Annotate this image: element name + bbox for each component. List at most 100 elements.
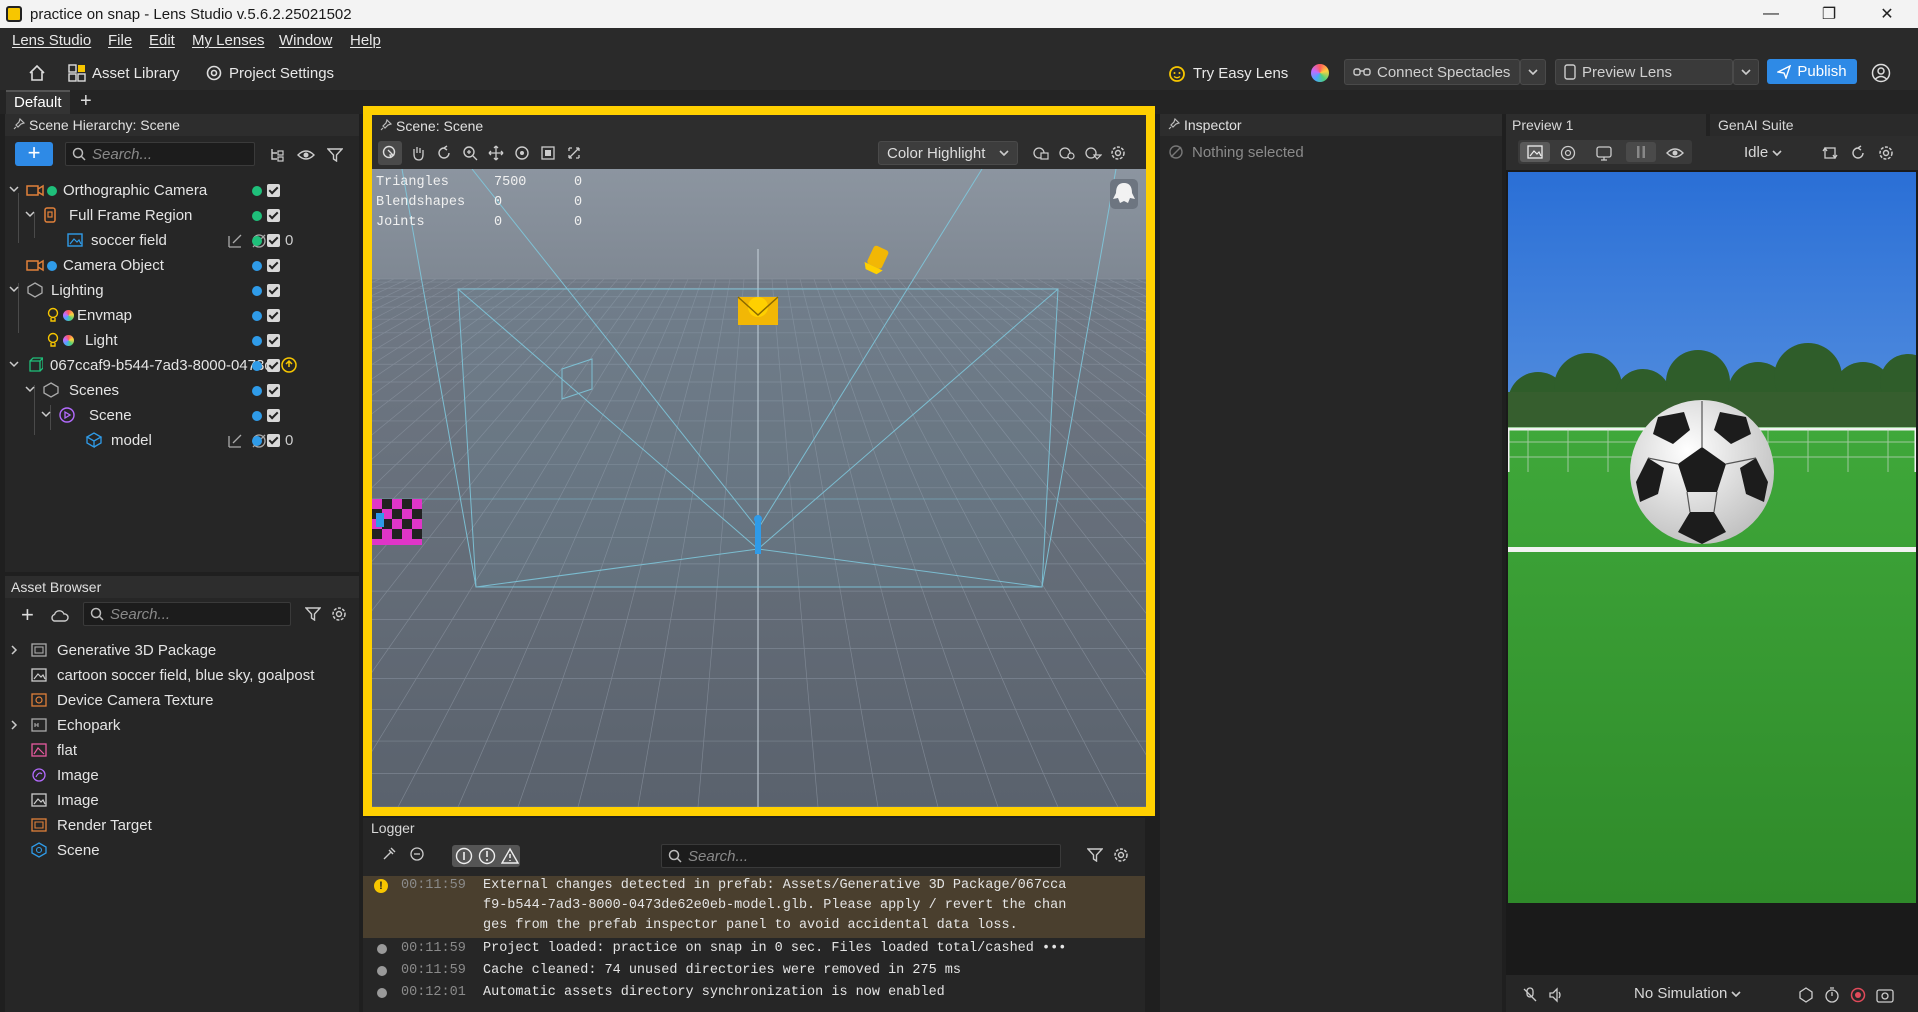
- log-entry-info[interactable]: 00:12:01 Automatic assets directory synch…: [363, 983, 1145, 1003]
- log-entry-warning[interactable]: ! 00:11:59 External changes detected in p…: [363, 876, 1145, 938]
- asset-item-flat[interactable]: flat: [5, 738, 359, 763]
- filter-icon[interactable]: [1087, 848, 1103, 862]
- menu-my-lenses[interactable]: My Lenses: [192, 32, 265, 49]
- cloud-icon[interactable]: [49, 608, 69, 622]
- speaker-icon[interactable]: [1548, 987, 1564, 1003]
- hand-tool-icon[interactable]: [410, 145, 426, 161]
- filter-icon[interactable]: [305, 607, 321, 621]
- layer-status-dot[interactable]: [252, 186, 262, 196]
- hierarchy-item-light[interactable]: Light: [5, 328, 359, 353]
- filter-icon[interactable]: [327, 148, 343, 162]
- warning-filter-icon[interactable]: [478, 847, 496, 865]
- interaction-icon[interactable]: [1798, 987, 1814, 1003]
- try-easy-lens-button[interactable]: Try Easy Lens: [1167, 61, 1288, 85]
- preview-lens-dropdown[interactable]: [1733, 59, 1759, 85]
- visibility-eye-icon[interactable]: [297, 148, 315, 162]
- enabled-checkbox[interactable]: [267, 284, 280, 297]
- enabled-checkbox[interactable]: [267, 384, 280, 397]
- enabled-checkbox[interactable]: [267, 334, 280, 347]
- enabled-checkbox[interactable]: [267, 259, 280, 272]
- connect-spectacles-button[interactable]: Connect Spectacles: [1344, 59, 1520, 85]
- webcam-mode-icon[interactable]: [1596, 145, 1612, 161]
- highlight-mode-select[interactable]: Color Highlight: [878, 141, 1018, 165]
- pause-button[interactable]: [1626, 142, 1656, 162]
- scene-viewport[interactable]: Triangles 7500 0 Blendshapes 0 0 Joints …: [372, 169, 1146, 807]
- color-wheel-icon[interactable]: [1311, 64, 1329, 82]
- menu-lens-studio[interactable]: Lens Studio: [12, 32, 91, 49]
- asset-item-cartoon-soccer-field[interactable]: cartoon soccer field, blue sky, goalpost: [5, 663, 359, 688]
- enabled-checkbox[interactable]: [267, 209, 280, 222]
- asset-item-scene[interactable]: Scene: [5, 838, 359, 863]
- clear-log-icon[interactable]: [381, 846, 397, 862]
- gear-icon[interactable]: [1113, 847, 1129, 863]
- account-icon[interactable]: [1871, 61, 1891, 85]
- rotate-tool-icon[interactable]: [436, 145, 452, 161]
- timer-icon[interactable]: [1824, 987, 1840, 1003]
- close-icon[interactable]: ✕: [1858, 0, 1916, 28]
- info-filter-icon[interactable]: [455, 847, 473, 865]
- layer-status-dot[interactable]: [252, 236, 262, 246]
- preview-lens-button[interactable]: Preview Lens: [1555, 59, 1733, 85]
- menu-edit[interactable]: Edit: [149, 32, 175, 49]
- log-settings-icon[interactable]: [409, 846, 425, 862]
- add-asset-icon[interactable]: +: [21, 602, 34, 628]
- layer-status-dot[interactable]: [252, 211, 262, 221]
- gear-icon[interactable]: [1878, 145, 1894, 161]
- reset-icon[interactable]: [1850, 145, 1866, 161]
- layer-status-dot[interactable]: [252, 411, 262, 421]
- transform-tool-icon[interactable]: [566, 145, 582, 161]
- scene-settings-gear-icon[interactable]: [1110, 145, 1126, 161]
- visibility-eye-icon[interactable]: [1666, 146, 1684, 160]
- layer-status-dot[interactable]: [252, 286, 262, 296]
- enabled-checkbox[interactable]: [267, 234, 280, 247]
- enabled-checkbox[interactable]: [267, 309, 280, 322]
- layer-status-dot[interactable]: [252, 436, 262, 446]
- publish-button[interactable]: Publish: [1767, 59, 1857, 84]
- restore-icon[interactable]: ❐: [1800, 0, 1858, 28]
- hierarchy-item-envmap[interactable]: Envmap: [5, 303, 359, 328]
- tab-preview-1[interactable]: Preview 1: [1506, 114, 1706, 136]
- menu-help[interactable]: Help: [350, 32, 381, 49]
- layer-status-dot[interactable]: [252, 386, 262, 396]
- hierarchy-item-scene[interactable]: Scene: [5, 403, 359, 428]
- enabled-checkbox[interactable]: [267, 359, 280, 372]
- view-layers-icon[interactable]: [1084, 145, 1102, 161]
- hierarchy-item-lighting[interactable]: Lighting: [5, 278, 359, 303]
- log-entry-info[interactable]: 00:11:59 Cache cleaned: 74 unused directo…: [363, 961, 1145, 981]
- view-cameras-icon[interactable]: [1032, 145, 1050, 161]
- error-filter-icon[interactable]: [501, 847, 519, 865]
- switch-camera-icon[interactable]: [1822, 145, 1838, 161]
- asset-item-image-2[interactable]: Image: [5, 788, 359, 813]
- add-object-button[interactable]: +: [15, 142, 53, 166]
- preview-image[interactable]: [1508, 172, 1916, 903]
- layer-status-dot[interactable]: [252, 261, 262, 271]
- asset-item-echopark[interactable]: Echopark: [5, 713, 359, 738]
- layer-status-dot[interactable]: [252, 336, 262, 346]
- menu-window[interactable]: Window: [279, 32, 332, 49]
- asset-search-input[interactable]: Search...: [83, 602, 291, 626]
- log-entry-info[interactable]: 00:11:59 Project loaded: practice on snap…: [363, 939, 1145, 959]
- asset-item-device-camera-texture[interactable]: Device Camera Texture: [5, 688, 359, 713]
- minimize-icon[interactable]: —: [1742, 0, 1800, 28]
- project-settings-button[interactable]: Project Settings: [205, 61, 334, 85]
- preview-image-mode-button[interactable]: [1520, 142, 1550, 162]
- hierarchy-item-model[interactable]: model 0: [5, 428, 359, 453]
- connect-spectacles-dropdown[interactable]: [1520, 59, 1546, 85]
- asset-library-button[interactable]: Asset Library: [68, 61, 180, 85]
- add-layout-icon[interactable]: +: [80, 90, 92, 113]
- simulation-select[interactable]: No Simulation: [1634, 985, 1741, 1002]
- hierarchy-item-orthographic-camera[interactable]: Orthographic Camera: [5, 178, 359, 203]
- move-tool-icon[interactable]: [488, 145, 504, 161]
- hierarchy-item-scenes[interactable]: Scenes: [5, 378, 359, 403]
- asset-item-generative-3d-package[interactable]: Generative 3D Package: [5, 638, 359, 663]
- screenshot-icon[interactable]: [1876, 987, 1894, 1003]
- asset-item-image-1[interactable]: Image: [5, 763, 359, 788]
- hierarchy-tree-icon[interactable]: [269, 147, 285, 163]
- video-mode-icon[interactable]: [1560, 145, 1576, 161]
- hierarchy-item-camera-object[interactable]: Camera Object: [5, 253, 359, 278]
- home-icon[interactable]: [28, 61, 46, 85]
- menu-file[interactable]: File: [108, 32, 132, 49]
- record-icon[interactable]: [1850, 987, 1866, 1003]
- hierarchy-item-soccer-field[interactable]: soccer field 0: [5, 228, 359, 253]
- layer-status-dot[interactable]: [252, 311, 262, 321]
